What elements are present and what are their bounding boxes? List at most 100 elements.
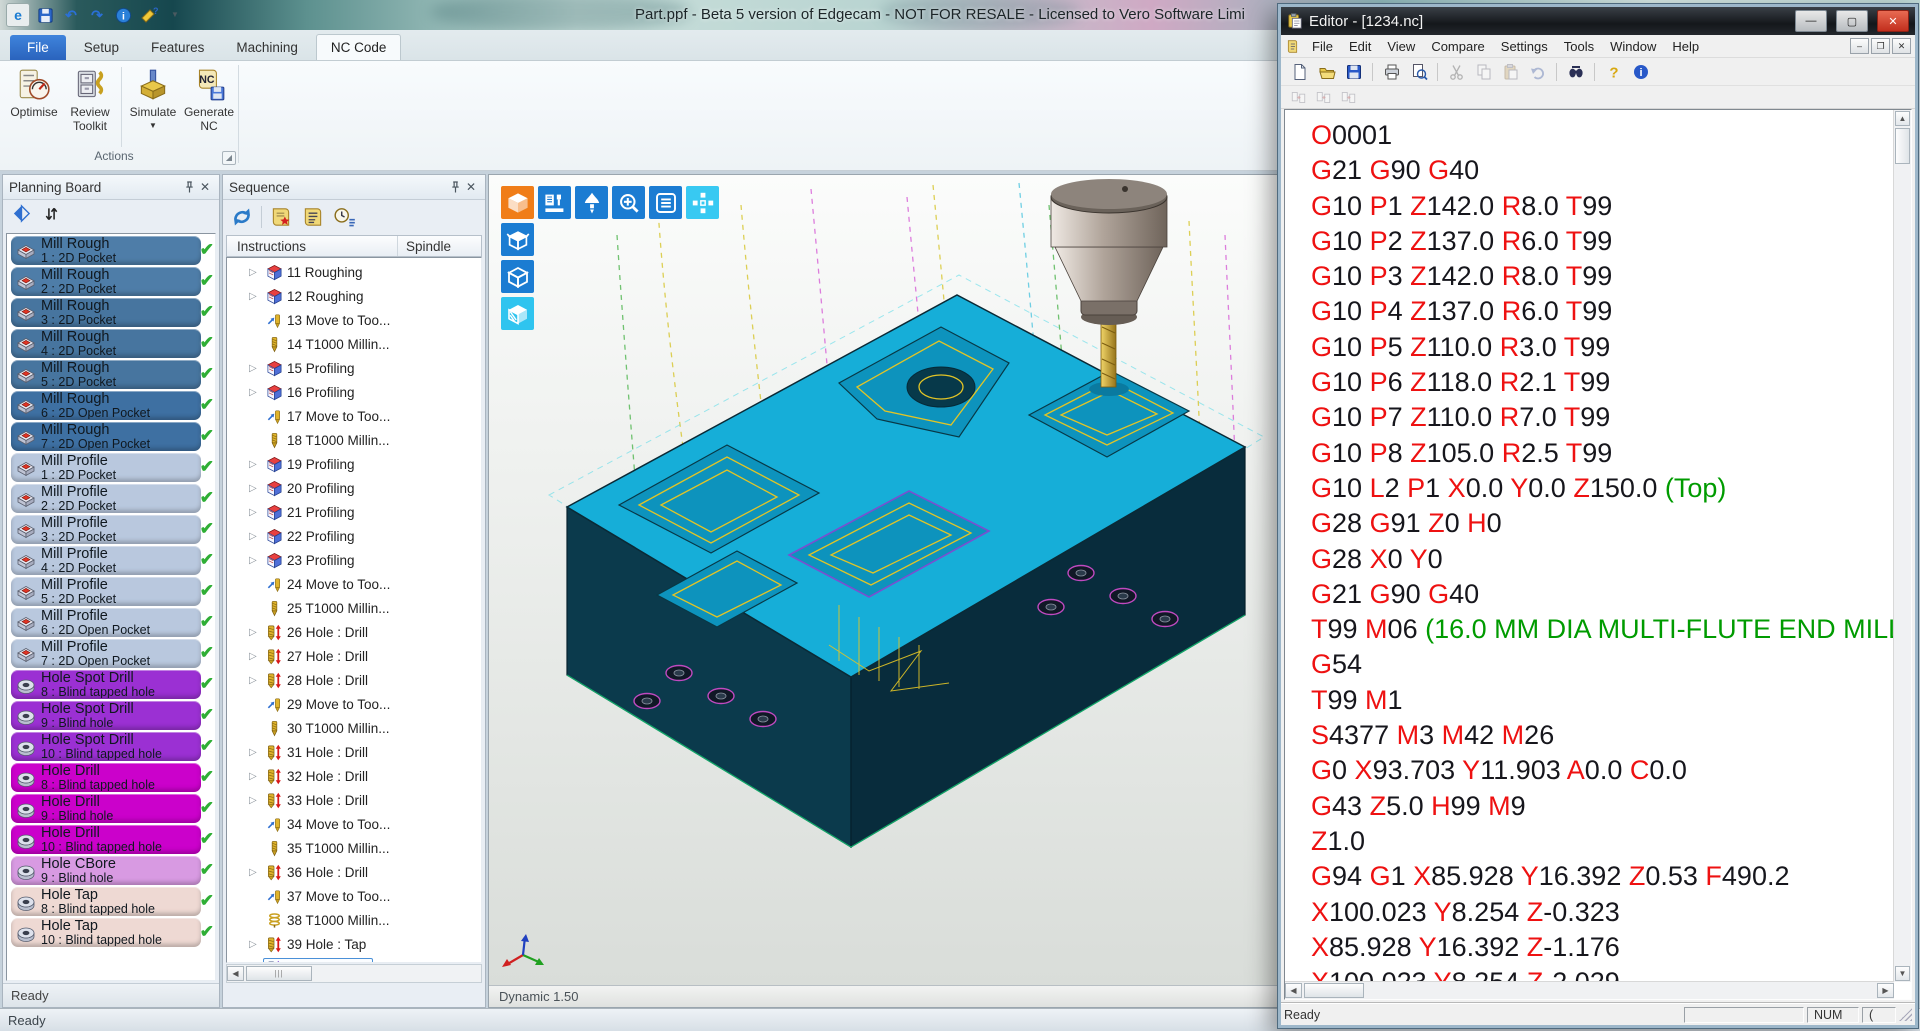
mdi-minimize-button[interactable]: – [1850, 38, 1869, 54]
cut-button[interactable] [1444, 60, 1469, 84]
new-button[interactable] [1287, 60, 1312, 84]
editor-titlebar[interactable]: Editor - [1234.nc] — ▢ ✕ [1281, 7, 1915, 35]
sequence-instruction[interactable]: ▷11 Roughing [227, 260, 481, 284]
tab-file[interactable]: File [10, 35, 66, 60]
shaded-view-button[interactable] [501, 297, 534, 330]
sequence-instruction[interactable]: ▷27 Hole : Drill [227, 644, 481, 668]
expand-arrow-icon[interactable]: ▷ [249, 747, 263, 758]
planning-board-item[interactable]: Mill Rough3 : 2D Pocket✔ [11, 298, 201, 327]
menu-item-tools[interactable]: Tools [1556, 37, 1602, 56]
planning-board-item[interactable]: Hole Spot Drill8 : Blind tapped hole✔ [11, 670, 201, 699]
sequence-instruction[interactable]: ▷28 Hole : Drill [227, 668, 481, 692]
grid-button[interactable] [686, 186, 719, 219]
save-button[interactable] [1341, 60, 1366, 84]
menu-item-help[interactable]: Help [1664, 37, 1707, 56]
menu-item-view[interactable]: View [1379, 37, 1423, 56]
solid-view-button[interactable] [501, 260, 534, 293]
scroll-left-arrow[interactable]: ◀ [1285, 983, 1302, 998]
scrollbar-thumb[interactable] [1304, 983, 1364, 998]
planning-board-item[interactable]: Hole Drill8 : Blind tapped hole✔ [11, 763, 201, 792]
compare-prev-button[interactable] [1337, 87, 1360, 107]
expand-arrow-icon[interactable]: ▷ [249, 867, 263, 878]
expand-arrow-icon[interactable]: ▷ [249, 483, 263, 494]
close-icon[interactable]: ✕ [463, 179, 479, 195]
machine-setup-button[interactable] [538, 186, 571, 219]
resize-grip[interactable] [1899, 1008, 1912, 1021]
maximize-button[interactable]: ▢ [1836, 10, 1868, 32]
scroll-down-arrow[interactable]: ▼ [1895, 966, 1910, 981]
planning-board-item[interactable]: Hole Spot Drill9 : Blind hole✔ [11, 701, 201, 730]
expand-arrow-icon[interactable]: ▷ [249, 387, 263, 398]
sequence-instruction[interactable]: ▷20 Profiling [227, 476, 481, 500]
measure-help-button[interactable]: ? [138, 4, 160, 26]
compare-files-button[interactable] [1287, 87, 1310, 107]
mdi-restore-button[interactable]: ❐ [1871, 38, 1890, 54]
expand-arrow-icon[interactable]: ▷ [249, 771, 263, 782]
planning-board-item[interactable]: Mill Rough2 : 2D Pocket✔ [11, 267, 201, 296]
menu-item-settings[interactable]: Settings [1493, 37, 1556, 56]
close-button[interactable]: ✕ [1877, 10, 1909, 32]
expand-arrow-icon[interactable]: ▷ [249, 507, 263, 518]
sequence-instruction[interactable]: ▷12 Roughing [227, 284, 481, 308]
menu-item-edit[interactable]: Edit [1341, 37, 1379, 56]
planning-board-item[interactable]: Mill Profile7 : 2D Open Pocket✔ [11, 639, 201, 668]
refresh-button[interactable] [229, 204, 255, 230]
editor-hscrollbar[interactable]: ◀ ▶ [1285, 981, 1894, 999]
sequence-instruction[interactable]: 25 T1000 Millin... [227, 596, 481, 620]
info-button[interactable]: i [112, 4, 134, 26]
sequence-instruction[interactable]: 37 Move to Too... [227, 884, 481, 908]
undo-button[interactable] [1525, 60, 1550, 84]
review-toolkit-button[interactable]: Review Toolkit [62, 65, 118, 136]
sequence-instruction[interactable]: ▷16 Profiling [227, 380, 481, 404]
list-button[interactable] [649, 186, 682, 219]
planning-board-item[interactable]: Hole Tap8 : Blind tapped hole✔ [11, 887, 201, 916]
sequence-instruction[interactable]: 29 Move to Too... [227, 692, 481, 716]
zoom-button[interactable] [612, 186, 645, 219]
flip-view-button[interactable] [11, 203, 32, 229]
mdi-close-button[interactable]: ✕ [1892, 38, 1911, 54]
planning-board-item[interactable]: Mill Profile3 : 2D Pocket✔ [11, 515, 201, 544]
sequence-instruction[interactable]: ▷31 Hole : Drill [227, 740, 481, 764]
sequence-instruction[interactable]: 34 Move to Too... [227, 812, 481, 836]
tab-setup[interactable]: Setup [70, 35, 133, 60]
print-button[interactable] [1379, 60, 1404, 84]
planning-board-item[interactable]: Hole Drill10 : Blind tapped hole✔ [11, 825, 201, 854]
tab-nc-code[interactable]: NC Code [316, 34, 402, 60]
planning-board-item[interactable]: Mill Profile6 : 2D Open Pocket✔ [11, 608, 201, 637]
generate-nc-button[interactable]: NCGenerate NC [181, 65, 237, 136]
tab-machining[interactable]: Machining [222, 35, 312, 60]
expand-arrow-icon[interactable]: ▷ [249, 675, 263, 686]
expand-arrow-icon[interactable]: ▷ [249, 939, 263, 950]
planning-board-item[interactable]: Hole Drill9 : Blind hole✔ [11, 794, 201, 823]
sequence-instruction[interactable]: 13 Move to Too... [227, 308, 481, 332]
scroll-up-arrow[interactable]: ▲ [1895, 111, 1910, 126]
sort-button[interactable] [42, 204, 61, 228]
planning-board-item[interactable]: Mill Rough1 : 2D Pocket✔ [11, 236, 201, 265]
sequence-instruction[interactable]: 14 T1000 Millin... [227, 332, 481, 356]
view-cube-button[interactable] [501, 186, 534, 219]
expand-arrow-icon[interactable]: ▷ [249, 531, 263, 542]
sequence-instruction[interactable]: ▷26 Hole : Drill [227, 620, 481, 644]
simulate-button[interactable]: Simulate▼ [125, 65, 181, 132]
sequence-report-star-button[interactable] [268, 204, 294, 230]
dialog-launcher-icon[interactable]: ◢ [222, 151, 236, 165]
nc-code-area[interactable]: O0001G21 G90 G40G10 P1 Z142.0 R8.0 T99G1… [1285, 110, 1894, 982]
optimise-button[interactable]: Optimise [6, 65, 62, 122]
planning-board-item[interactable]: Mill Rough6 : 2D Open Pocket✔ [11, 391, 201, 420]
sequence-hscrollbar[interactable]: ◀ ||| [226, 964, 482, 983]
sequence-instruction[interactable]: ▷33 Hole : Drill [227, 788, 481, 812]
sequence-report-list-button[interactable] [300, 204, 326, 230]
sequence-instruction[interactable]: 18 T1000 Millin... [227, 428, 481, 452]
about-button[interactable]: i [1628, 60, 1653, 84]
sequence-instruction[interactable]: ▷36 Hole : Drill [227, 860, 481, 884]
sequence-instruction[interactable]: ▷23 Profiling [227, 548, 481, 572]
planning-board-item[interactable]: Hole CBore9 : Blind hole✔ [11, 856, 201, 885]
instructions-column-header[interactable]: Instructions [227, 239, 397, 254]
scrollbar-thumb[interactable] [1895, 128, 1910, 164]
save-button[interactable] [34, 4, 56, 26]
expand-arrow-icon[interactable]: ▷ [249, 267, 263, 278]
expand-arrow-icon[interactable]: ▷ [249, 795, 263, 806]
help-button[interactable]: ? [1601, 60, 1626, 84]
sequence-instruction[interactable]: ▷21 Profiling [227, 500, 481, 524]
expand-arrow-icon[interactable]: ▷ [249, 627, 263, 638]
